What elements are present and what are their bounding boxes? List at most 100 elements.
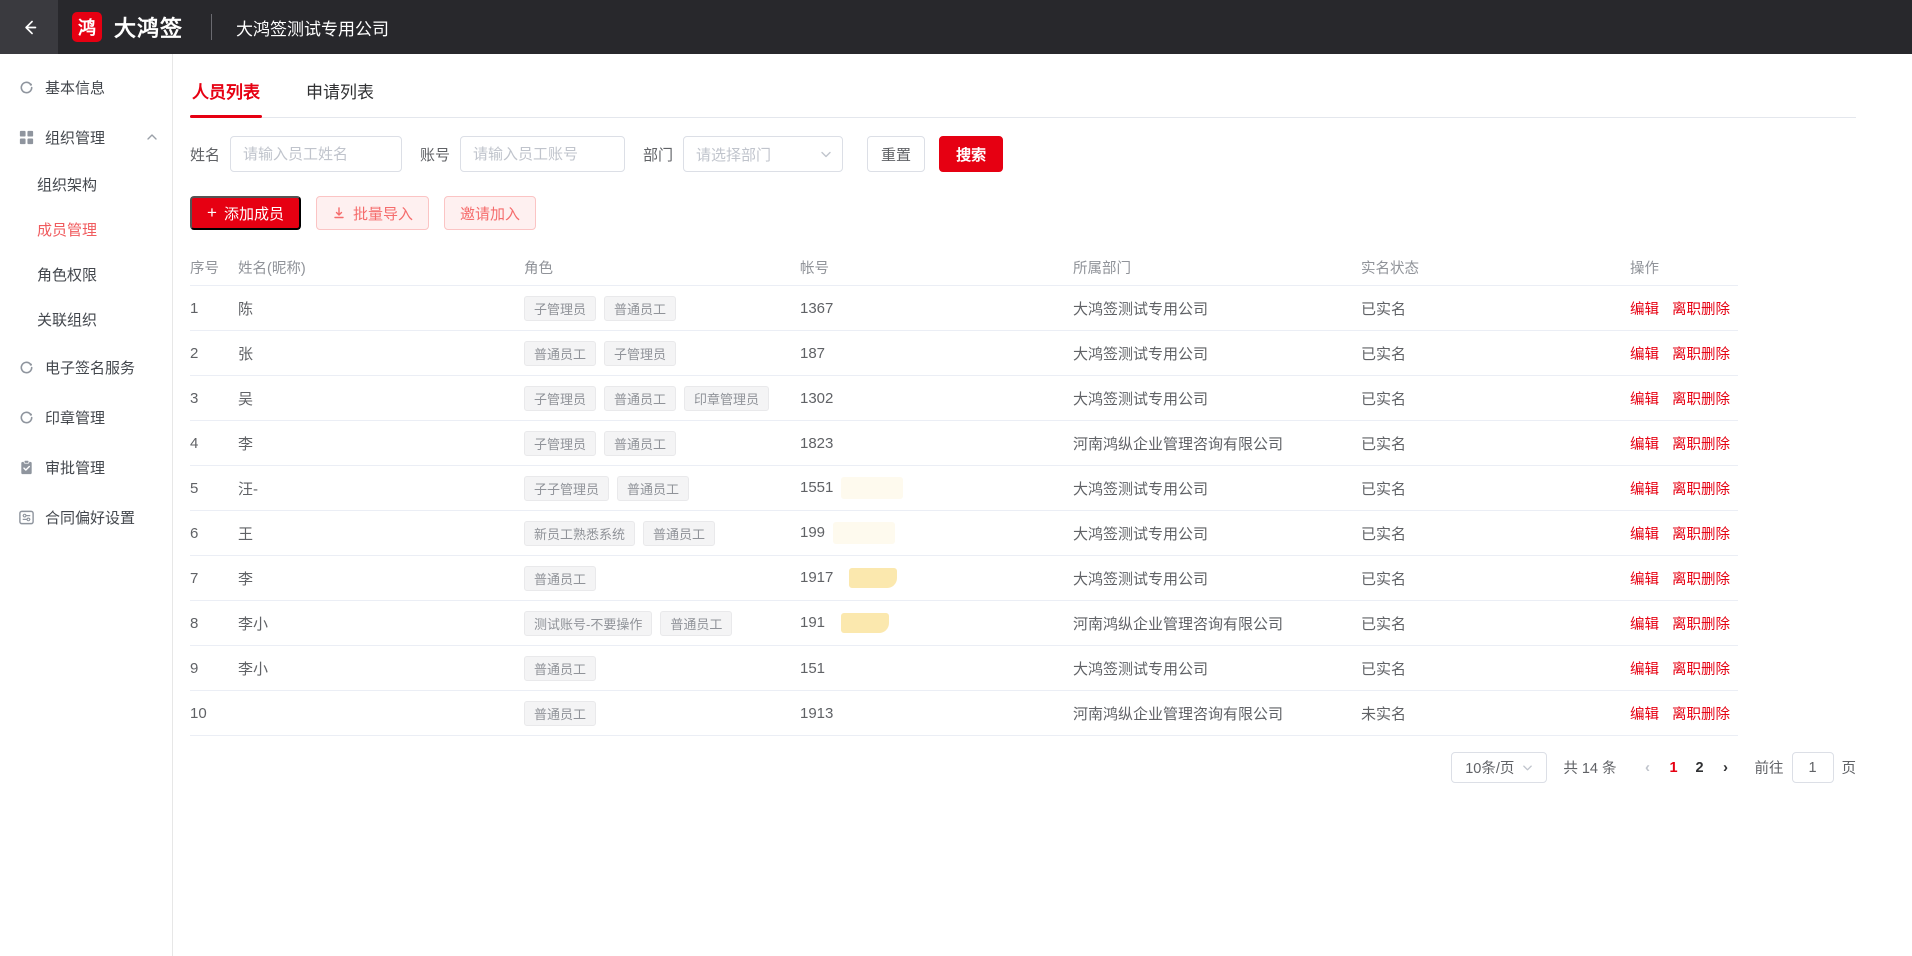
name-filter-input[interactable] [230, 136, 402, 172]
member-department: 河南鸿纵企业管理咨询有限公司 [1073, 433, 1361, 454]
sidebar-item-label: 电子签名服务 [45, 357, 158, 378]
page-button-2[interactable]: 2 [1687, 760, 1713, 776]
member-roles: 普通员工 [524, 656, 800, 681]
batch-import-button[interactable]: 批量导入 [316, 196, 429, 230]
edit-link[interactable]: 编辑 [1630, 482, 1659, 498]
goto-page-input[interactable] [1792, 752, 1834, 783]
sidebar-item-seal-management[interactable]: 印章管理 [0, 392, 172, 442]
edit-link[interactable]: 编辑 [1630, 347, 1659, 363]
remove-link[interactable]: 离职删除 [1672, 302, 1730, 318]
back-button[interactable] [0, 0, 58, 54]
member-name: 陈 [238, 298, 524, 319]
row-operations: 编辑离职删除 [1630, 388, 1738, 409]
page-button-1[interactable]: 1 [1661, 760, 1687, 776]
member-roles: 普通员工 [524, 701, 800, 726]
role-tag: 普通员工 [524, 566, 596, 591]
remove-link[interactable]: 离职删除 [1672, 527, 1730, 543]
edit-link[interactable]: 编辑 [1630, 707, 1659, 723]
sidebar-item-member-management[interactable]: 成员管理 [0, 207, 172, 252]
remove-link[interactable]: 离职删除 [1672, 347, 1730, 363]
edit-link[interactable]: 编辑 [1630, 527, 1659, 543]
sidebar-item-label: 印章管理 [45, 407, 158, 428]
invite-join-button[interactable]: 邀请加入 [444, 196, 536, 230]
table-row: 8李小测试账号-不要操作普通员工191河南鸿纵企业管理咨询有限公司已实名编辑离职… [190, 601, 1738, 646]
member-account: 1917 [800, 568, 1073, 588]
edit-link[interactable]: 编辑 [1630, 572, 1659, 588]
add-member-button[interactable]: + 添加成员 [190, 196, 301, 230]
sidebar-item-label: 成员管理 [37, 219, 97, 240]
member-roles: 普通员工子管理员 [524, 341, 800, 366]
row-operations: 编辑离职删除 [1630, 523, 1738, 544]
edit-link[interactable]: 编辑 [1630, 617, 1659, 633]
edit-link[interactable]: 编辑 [1630, 392, 1659, 408]
member-name [238, 705, 524, 722]
member-name: 李小 [238, 613, 524, 634]
sidebar-item-esign-service[interactable]: 电子签名服务 [0, 342, 172, 392]
member-department: 大鸿签测试专用公司 [1073, 298, 1361, 319]
table-row: 9李小普通员工151大鸿签测试专用公司已实名编辑离职删除 [190, 646, 1738, 691]
topbar-divider [211, 14, 212, 40]
col-header-name: 姓名(昵称) [238, 257, 524, 278]
row-operations: 编辑离职删除 [1630, 298, 1738, 319]
sidebar-item-org-structure[interactable]: 组织架构 [0, 162, 172, 207]
role-tag: 普通员工 [524, 656, 596, 681]
sidebar-item-org-management[interactable]: 组织管理 [0, 112, 172, 162]
sidebar-item-approval-management[interactable]: 审批管理 [0, 442, 172, 492]
member-department: 大鸿签测试专用公司 [1073, 658, 1361, 679]
table-row: 2张普通员工子管理员187大鸿签测试专用公司已实名编辑离职删除 [190, 331, 1738, 376]
member-account: 1302 [800, 390, 1073, 407]
member-name: 吴 [238, 388, 524, 409]
row-operations: 编辑离职删除 [1630, 478, 1738, 499]
remove-link[interactable]: 离职删除 [1672, 707, 1730, 723]
goto-suffix: 页 [1842, 757, 1857, 778]
remove-link[interactable]: 离职删除 [1672, 392, 1730, 408]
reset-button[interactable]: 重置 [867, 136, 925, 172]
row-operations: 编辑离职删除 [1630, 343, 1738, 364]
tab-personnel-list[interactable]: 人员列表 [190, 78, 262, 117]
remove-link[interactable]: 离职删除 [1672, 662, 1730, 678]
sidebar-item-role-permission[interactable]: 角色权限 [0, 252, 172, 297]
remove-link[interactable]: 离职删除 [1672, 572, 1730, 588]
row-operations: 编辑离职删除 [1630, 658, 1738, 679]
role-tag: 普通员工 [604, 386, 676, 411]
sidebar-item-linked-org[interactable]: 关联组织 [0, 297, 172, 342]
realname-status: 已实名 [1361, 568, 1630, 589]
sidebar-item-basic-info[interactable]: 基本信息 [0, 62, 172, 112]
company-name: 大鸿签测试专用公司 [236, 15, 389, 40]
table-row: 1陈子管理员普通员工1367大鸿签测试专用公司已实名编辑离职删除 [190, 286, 1738, 331]
tab-application-list[interactable]: 申请列表 [304, 78, 376, 117]
remove-link[interactable]: 离职删除 [1672, 437, 1730, 453]
remove-link[interactable]: 离职删除 [1672, 482, 1730, 498]
name-filter-label: 姓名 [190, 144, 220, 165]
member-account: 1367 [800, 300, 1073, 317]
edit-link[interactable]: 编辑 [1630, 302, 1659, 318]
member-name: 李小 [238, 658, 524, 679]
sidebar-item-contract-preferences[interactable]: 合同偏好设置 [0, 492, 172, 542]
row-index: 2 [190, 345, 238, 362]
row-index: 4 [190, 435, 238, 452]
member-account: 151 [800, 660, 1073, 677]
prev-page-button[interactable]: ‹ [1635, 759, 1661, 776]
edit-link[interactable]: 编辑 [1630, 437, 1659, 453]
remove-link[interactable]: 离职删除 [1672, 617, 1730, 633]
member-department: 大鸿签测试专用公司 [1073, 388, 1361, 409]
realname-status: 已实名 [1361, 523, 1630, 544]
search-button[interactable]: 搜索 [939, 136, 1003, 172]
account-filter-input[interactable] [460, 136, 625, 172]
plus-icon: + [207, 203, 217, 223]
refresh-circle-icon [18, 409, 35, 426]
member-department: 大鸿签测试专用公司 [1073, 568, 1361, 589]
dept-select[interactable]: 请选择部门 [683, 136, 843, 172]
row-operations: 编辑离职删除 [1630, 568, 1738, 589]
grid-icon [18, 129, 35, 146]
member-name: 李 [238, 433, 524, 454]
role-tag: 普通员工 [604, 296, 676, 321]
member-roles: 子管理员普通员工 [524, 296, 800, 321]
edit-link[interactable]: 编辑 [1630, 662, 1659, 678]
page-size-select[interactable]: 10条/页 [1451, 752, 1547, 783]
next-page-button[interactable]: › [1713, 759, 1739, 776]
dept-filter-label: 部门 [643, 144, 673, 165]
realname-status: 已实名 [1361, 343, 1630, 364]
row-operations: 编辑离职删除 [1630, 433, 1738, 454]
add-member-label: 添加成员 [224, 203, 284, 224]
